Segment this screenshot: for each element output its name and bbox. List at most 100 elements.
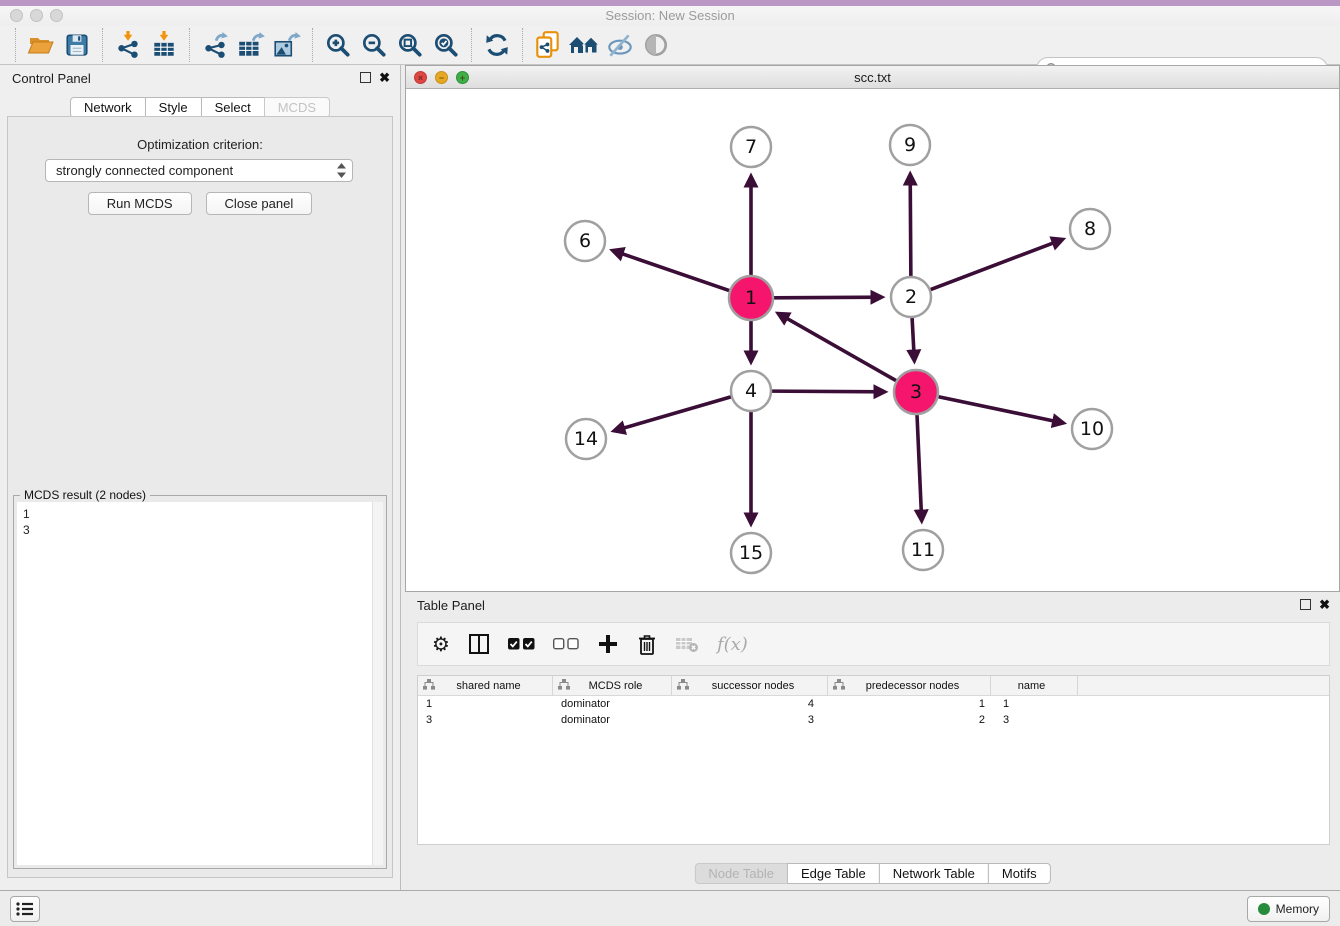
zoom-fit-icon[interactable] <box>392 27 428 63</box>
status-bar: Memory <box>0 890 1340 926</box>
graph-edge-3-1[interactable] <box>779 314 896 381</box>
export-network-icon[interactable] <box>197 27 233 63</box>
table-panel: Table Panel ✖ ⚙ f(x) shared nameMCDS rol… <box>405 592 1340 890</box>
tab-select[interactable]: Select <box>201 97 265 118</box>
graph-edge-3-11[interactable] <box>917 415 922 520</box>
table-cell[interactable]: 1 <box>991 698 1078 710</box>
table-cell[interactable]: 1 <box>418 698 553 710</box>
graph-node-label: 10 <box>1080 418 1104 440</box>
zoom-out-icon[interactable] <box>356 27 392 63</box>
network-canvas[interactable]: 7968124314101511 <box>406 89 1339 591</box>
mcds-panel: Optimization criterion: strongly connect… <box>7 116 393 878</box>
show-columns-icon[interactable] <box>468 633 490 655</box>
show-graphics-details-icon[interactable] <box>638 27 674 63</box>
column-label: MCDS role <box>570 680 671 692</box>
criterion-value: strongly connected component <box>56 163 337 178</box>
function-builder-icon[interactable]: f(x) <box>717 634 748 655</box>
close-table-panel-icon[interactable]: ✖ <box>1319 599 1330 610</box>
toolbar-separator <box>312 28 313 62</box>
graph-edge-2-3[interactable] <box>912 318 914 360</box>
toolbar-separator <box>522 28 523 62</box>
criterion-dropdown[interactable]: strongly connected component <box>45 159 353 182</box>
export-table-icon[interactable] <box>233 27 269 63</box>
column-header-successor-nodes[interactable]: successor nodes <box>672 676 828 695</box>
mcds-result-title: MCDS result (2 nodes) <box>20 488 150 502</box>
table-header-row: shared name MCDS role successor nodes prede… <box>418 676 1329 696</box>
column-header-MCDS-role[interactable]: MCDS role <box>553 676 672 695</box>
graph-edge-4-14[interactable] <box>615 397 731 431</box>
run-mcds-button[interactable]: Run MCDS <box>88 192 192 215</box>
control-panel-title: Control Panel <box>12 71 91 86</box>
table-panel-tabs: Node TableEdge TableNetwork TableMotifs <box>694 863 1050 884</box>
memory-button[interactable]: Memory <box>1247 896 1330 922</box>
graph-edge-1-6[interactable] <box>613 251 729 291</box>
column-header-predecessor-nodes[interactable]: predecessor nodes <box>828 676 991 695</box>
import-network-icon[interactable] <box>110 27 146 63</box>
table-cell[interactable]: 3 <box>672 714 828 726</box>
graph-node-label: 11 <box>911 539 935 561</box>
mcds-result-text[interactable]: 1 3 <box>17 502 383 865</box>
table-row[interactable]: 3dominator323 <box>418 712 1329 728</box>
graph-edge-2-9[interactable] <box>910 175 911 276</box>
tab-network[interactable]: Network <box>70 97 146 118</box>
delete-column-trash-icon[interactable] <box>637 633 657 656</box>
duplicate-network-view-icon[interactable] <box>530 27 566 63</box>
float-table-panel-icon[interactable] <box>1300 599 1311 610</box>
table-cell[interactable]: 3 <box>991 714 1078 726</box>
table-tab-node-table[interactable]: Node Table <box>694 863 788 884</box>
tab-mcds[interactable]: MCDS <box>264 97 330 118</box>
export-image-icon[interactable] <box>269 27 305 63</box>
graph-node-label: 2 <box>905 286 917 308</box>
save-session-icon[interactable] <box>59 27 95 63</box>
graph-edge-1-2[interactable] <box>774 297 881 298</box>
float-panel-icon[interactable] <box>360 72 371 83</box>
table-cell[interactable]: 4 <box>672 698 828 710</box>
graph-node-label: 6 <box>579 230 591 252</box>
close-panel-icon[interactable]: ✖ <box>379 72 390 83</box>
table-cell[interactable]: dominator <box>553 714 672 726</box>
table-cell[interactable]: 2 <box>828 714 991 726</box>
deselect-all-icon[interactable] <box>553 638 579 650</box>
column-header-shared-name[interactable]: shared name <box>418 676 553 695</box>
hide-graphics-details-icon[interactable] <box>602 27 638 63</box>
graph-node-label: 8 <box>1084 218 1096 240</box>
column-header-name[interactable]: name <box>991 676 1078 695</box>
column-label: successor nodes <box>689 680 827 692</box>
table-cell[interactable]: dominator <box>553 698 672 710</box>
toolbar-separator <box>15 28 16 62</box>
control-panel: Control Panel ✖ NetworkStyleSelectMCDS O… <box>0 65 401 890</box>
column-tree-icon <box>558 679 570 693</box>
table-cell[interactable]: 1 <box>828 698 991 710</box>
table-tab-network-table[interactable]: Network Table <box>879 863 989 884</box>
graph-node-label: 4 <box>745 380 757 402</box>
tab-style[interactable]: Style <box>145 97 202 118</box>
result-scrollbar[interactable] <box>372 502 383 865</box>
column-label: predecessor nodes <box>845 680 990 692</box>
table-row[interactable]: 1dominator411 <box>418 696 1329 712</box>
table-settings-gear-icon[interactable]: ⚙ <box>432 634 450 654</box>
graph-edge-2-8[interactable] <box>931 240 1062 290</box>
zoom-selected-icon[interactable] <box>428 27 464 63</box>
zoom-in-icon[interactable] <box>320 27 356 63</box>
close-panel-button[interactable]: Close panel <box>206 192 313 215</box>
table-cell[interactable]: 3 <box>418 714 553 726</box>
window-title: Session: New Session <box>0 8 1340 23</box>
graph-edge-4-3[interactable] <box>772 391 884 392</box>
memory-status-icon <box>1258 903 1270 915</box>
delete-table-icon[interactable] <box>675 635 699 653</box>
network-window-title: scc.txt <box>406 70 1339 85</box>
table-tab-edge-table[interactable]: Edge Table <box>787 863 880 884</box>
select-all-icon[interactable] <box>508 638 535 650</box>
refresh-view-icon[interactable] <box>479 27 515 63</box>
open-file-icon[interactable] <box>23 27 59 63</box>
home-view-icon[interactable] <box>566 27 602 63</box>
column-tree-icon <box>833 679 845 693</box>
task-history-button[interactable] <box>10 896 40 922</box>
graph-edge-3-10[interactable] <box>939 397 1063 423</box>
graph-node-label: 7 <box>745 136 757 158</box>
import-table-icon[interactable] <box>146 27 182 63</box>
table-tab-motifs[interactable]: Motifs <box>988 863 1051 884</box>
toolbar-separator <box>189 28 190 62</box>
create-column-plus-icon[interactable] <box>597 633 619 655</box>
table-toolbar: ⚙ f(x) <box>417 622 1330 666</box>
